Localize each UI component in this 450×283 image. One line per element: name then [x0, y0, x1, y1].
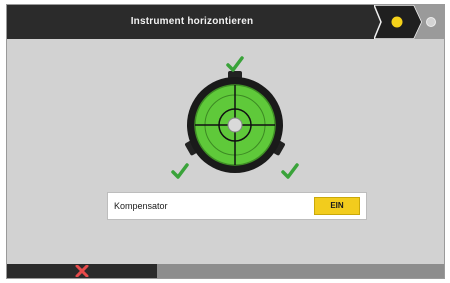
compensator-label: Kompensator: [114, 201, 168, 211]
cancel-button[interactable]: [7, 264, 157, 278]
close-icon: [75, 265, 89, 277]
compensator-row: Kompensator EIN: [107, 192, 367, 220]
page-title: Instrument horizontieren: [130, 16, 254, 27]
circular-level-indicator: [165, 55, 305, 185]
bottom-bar: [7, 264, 444, 278]
title-bar: Instrument horizontieren: [7, 5, 444, 39]
check-icon: [281, 163, 299, 179]
pending-step-dot: [426, 17, 436, 27]
current-step-dot: [391, 16, 403, 28]
check-icon: [171, 163, 189, 179]
leveling-screen: Instrument horizontieren Kompensator EIN: [6, 4, 445, 279]
bubble: [227, 117, 243, 133]
step-indicator: [374, 5, 444, 39]
compensator-toggle-button[interactable]: EIN: [314, 197, 360, 215]
check-icon: [226, 56, 244, 72]
